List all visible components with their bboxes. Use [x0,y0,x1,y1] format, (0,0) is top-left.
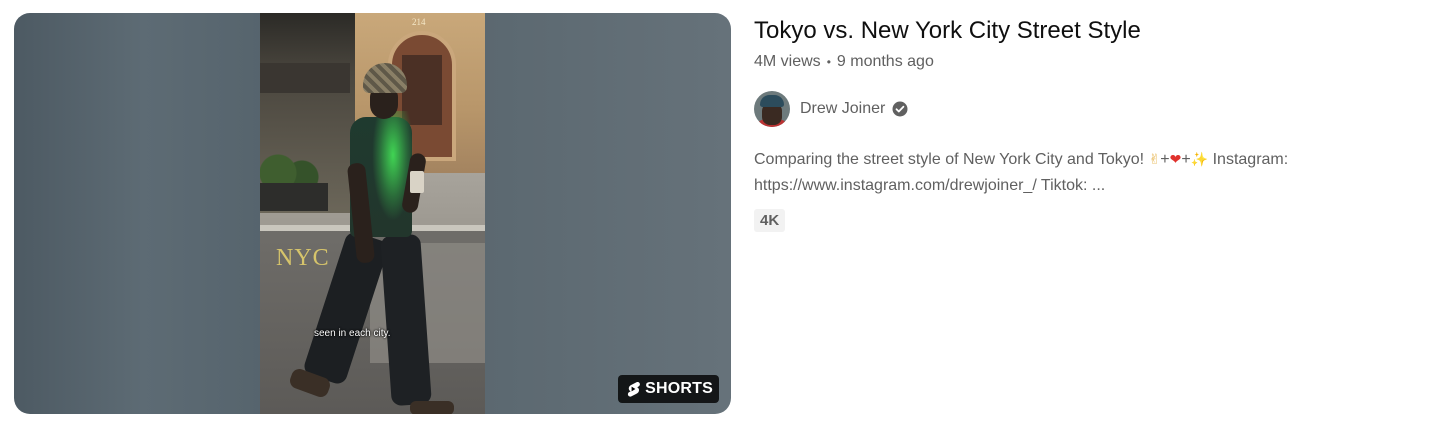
planter [260,183,328,211]
video-result: 214 NYC seen in each city. SHORTS Tokyo … [0,0,1432,431]
upload-age: 9 months ago [836,53,934,70]
channel-link[interactable]: Drew Joiner [754,91,1414,127]
thumbnail-frame: 214 NYC seen in each city. [260,13,485,414]
plus-sign: + [1160,151,1170,168]
description-text-1: Comparing the street style of New York C… [754,151,1149,168]
avatar-cap [760,95,784,107]
video-info: Tokyo vs. New York City Street Style 4M … [754,13,1414,232]
building-number: 214 [412,17,426,27]
shorts-label: SHORTS [645,380,713,397]
verified-check-icon [891,100,909,118]
coffee-cup [410,171,424,193]
heart-emoji-icon: ❤ [1169,152,1182,168]
peace-emoji-icon: ✌ [1148,152,1161,168]
channel-avatar[interactable] [754,91,790,127]
channel-name[interactable]: Drew Joiner [800,100,885,118]
video-caption: seen in each city. [314,328,391,339]
plus-sign: + [1181,151,1191,168]
shorts-logo-icon [626,381,641,397]
video-title[interactable]: Tokyo vs. New York City Street Style [754,13,1414,49]
meta-separator: • [826,55,831,69]
video-thumbnail[interactable]: 214 NYC seen in each city. SHORTS [14,13,731,414]
video-description: Comparing the street style of New York C… [754,147,1414,199]
sparkles-emoji-icon: ✨ [1190,152,1209,168]
person-shoe-right [410,401,454,414]
shorts-badge: SHORTS [618,375,719,403]
view-count: 4M views [754,53,821,70]
city-overlay-text: NYC [276,245,330,271]
quality-badge: 4K [754,209,786,232]
video-metadata: 4M views • 9 months ago [754,49,1414,75]
awning [260,63,350,93]
